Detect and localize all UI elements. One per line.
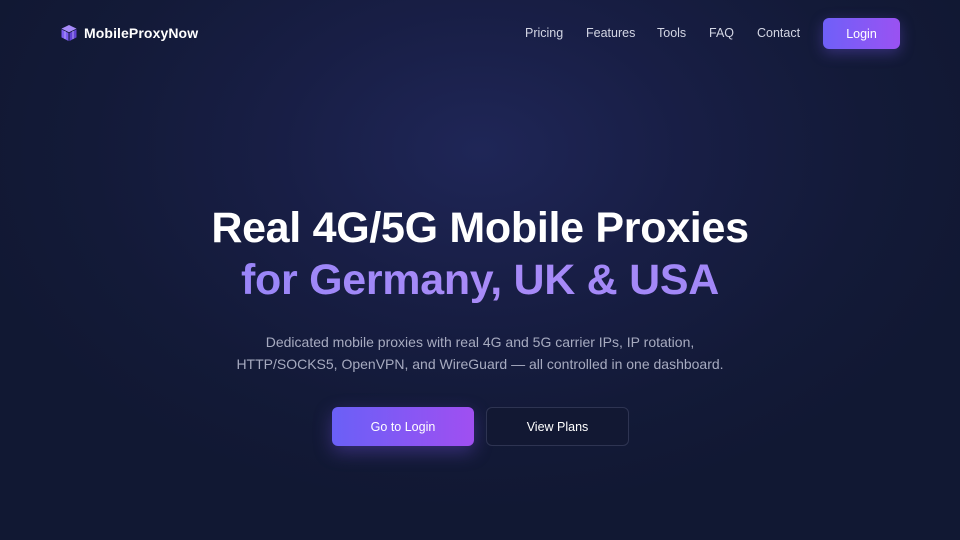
nav-link-contact[interactable]: Contact bbox=[757, 25, 800, 41]
go-to-login-button[interactable]: Go to Login bbox=[332, 407, 474, 446]
hero-subtitle: Dedicated mobile proxies with real 4G an… bbox=[0, 331, 960, 375]
hero-title-line1: Real 4G/5G Mobile Proxies bbox=[211, 204, 749, 252]
nav-link-features[interactable]: Features bbox=[586, 25, 635, 41]
nav-links: Pricing Features Tools FAQ Contact bbox=[0, 25, 960, 41]
login-button[interactable]: Login bbox=[823, 18, 900, 49]
nav-link-tools[interactable]: Tools bbox=[657, 25, 686, 41]
nav-link-faq[interactable]: FAQ bbox=[709, 25, 734, 41]
nav-link-pricing[interactable]: Pricing bbox=[525, 25, 563, 41]
hero-subtitle-line1: Dedicated mobile proxies with real 4G an… bbox=[265, 334, 695, 350]
hero-title-highlight: for Germany, UK & USA bbox=[0, 254, 960, 306]
view-plans-button[interactable]: View Plans bbox=[486, 407, 629, 446]
top-navigation: MobileProxyNow Pricing Features Tools FA… bbox=[0, 0, 960, 66]
hero-title: Real 4G/5G Mobile Proxies for Germany, U… bbox=[0, 202, 960, 306]
hero-subtitle-line2: HTTP/SOCKS5, OpenVPN, and WireGuard — al… bbox=[236, 356, 724, 372]
